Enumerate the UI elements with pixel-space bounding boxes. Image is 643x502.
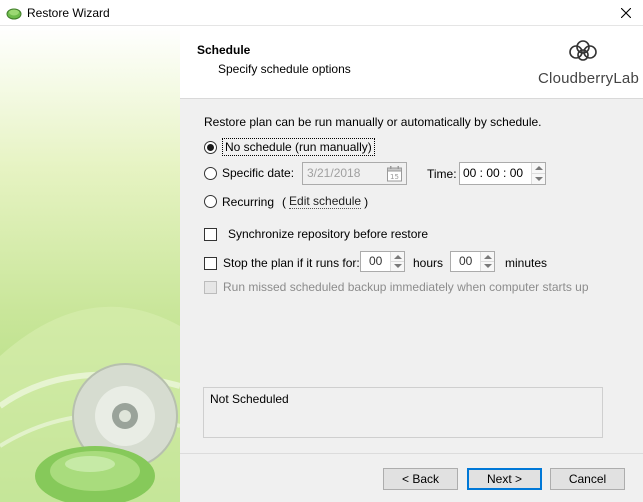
calendar-icon[interactable]: 15 — [386, 165, 403, 182]
wizard-header: Schedule Specify schedule options Cloudb… — [180, 26, 643, 99]
no-schedule-label: No schedule (run manually) — [222, 138, 375, 156]
checkbox-indicator[interactable] — [204, 256, 217, 270]
radio-indicator[interactable] — [204, 195, 217, 208]
cloudberry-logo-icon — [569, 40, 597, 61]
minutes-unit-label: minutes — [505, 256, 548, 270]
radio-indicator[interactable] — [204, 140, 217, 154]
cancel-button-label: Cancel — [568, 472, 607, 486]
status-text: Not Scheduled — [210, 392, 289, 406]
time-spinner[interactable] — [531, 163, 545, 184]
spin-down-icon[interactable] — [484, 264, 492, 268]
stop-plan-checkbox[interactable]: Stop the plan if it runs for: — [204, 256, 360, 270]
spin-up-icon[interactable] — [484, 255, 492, 259]
specific-date-radio[interactable]: Specific date: — [204, 166, 294, 180]
hours-value: 00 — [369, 254, 383, 268]
next-button[interactable]: Next > — [467, 468, 542, 490]
intro-text: Restore plan can be run manually or auto… — [204, 115, 542, 129]
schedule-options-panel: Restore plan can be run manually or auto… — [180, 100, 643, 502]
svg-text:15: 15 — [390, 173, 399, 181]
sync-repository-checkbox[interactable]: Synchronize repository before restore — [204, 227, 428, 241]
next-button-label: Next > — [486, 472, 522, 486]
date-value: 3/21/2018 — [307, 166, 361, 180]
stop-plan-label: Stop the plan if it runs for: — [223, 256, 360, 270]
schedule-status-box: Not Scheduled — [203, 387, 603, 438]
minutes-value: 00 — [459, 254, 473, 268]
spin-down-icon[interactable] — [535, 177, 543, 181]
checkbox-indicator — [204, 280, 217, 294]
minutes-spinner[interactable] — [480, 252, 494, 271]
wizard-side-banner — [0, 26, 180, 502]
time-input[interactable]: 00 : 00 : 00 — [459, 162, 546, 185]
edit-schedule-link[interactable]: Edit schedule — [289, 194, 362, 209]
specific-date-label: Specific date: — [222, 166, 295, 180]
close-icon — [621, 8, 631, 18]
time-label: Time: — [427, 167, 457, 181]
disc-artwork-icon — [0, 306, 180, 502]
cloudberry-app-icon — [6, 8, 22, 20]
footer-divider — [180, 453, 643, 454]
title-bar: Restore Wizard — [0, 0, 643, 26]
page-subtitle: Specify schedule options — [218, 62, 351, 76]
spin-up-icon[interactable] — [394, 255, 402, 259]
brand-logo-text: CloudberryLab — [538, 70, 639, 87]
spin-up-icon[interactable] — [535, 166, 543, 170]
hours-stepper[interactable]: 00 — [360, 251, 405, 272]
window-title: Restore Wizard — [27, 6, 110, 20]
hours-spinner[interactable] — [390, 252, 404, 271]
cancel-button[interactable]: Cancel — [550, 468, 625, 490]
recurring-label: Recurring — [222, 194, 275, 209]
sync-repository-label: Synchronize repository before restore — [228, 227, 429, 241]
spin-down-icon[interactable] — [394, 264, 402, 268]
run-missed-checkbox: Run missed scheduled backup immediately … — [204, 280, 589, 294]
page-title: Schedule — [197, 43, 251, 57]
time-value: 00 : 00 : 00 — [463, 166, 524, 180]
checkbox-indicator[interactable] — [204, 227, 217, 241]
close-button[interactable] — [609, 0, 643, 26]
no-schedule-radio[interactable]: No schedule (run manually) — [204, 138, 375, 156]
back-button-label: < Back — [401, 472, 440, 486]
back-button[interactable]: < Back — [383, 468, 458, 490]
recurring-radio[interactable]: Recurring ( Edit schedule ) — [204, 194, 368, 209]
specific-date-picker[interactable]: 3/21/2018 15 — [302, 162, 407, 185]
run-missed-label: Run missed scheduled backup immediately … — [223, 280, 589, 294]
hours-unit-label: hours — [413, 256, 444, 270]
radio-indicator[interactable] — [204, 166, 217, 180]
minutes-stepper[interactable]: 00 — [450, 251, 495, 272]
